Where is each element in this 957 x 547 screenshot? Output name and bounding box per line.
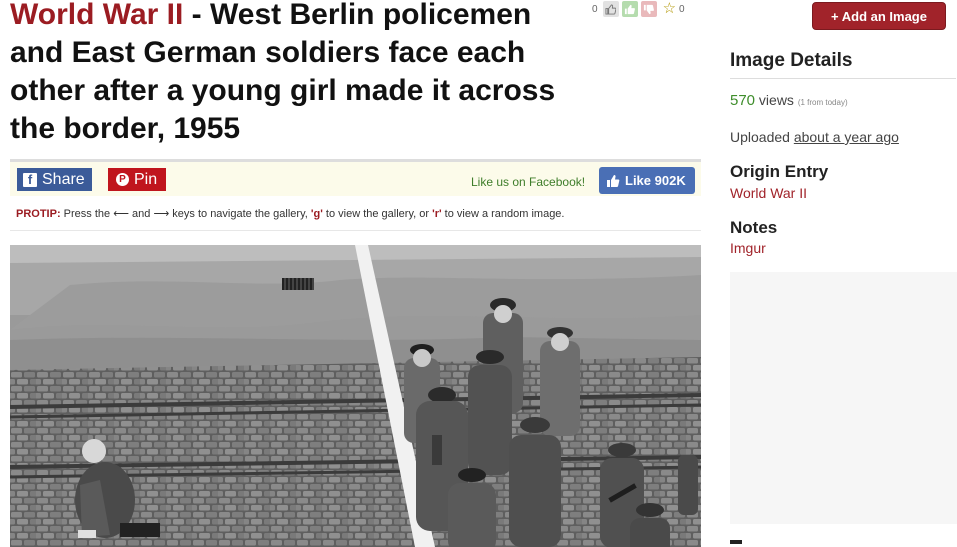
facebook-like-label: Like 902K <box>625 173 686 188</box>
views-today-note: (1 from today) <box>797 98 848 107</box>
vote-widget: 0 ☆ 0 <box>592 0 685 18</box>
pinterest-pin-button[interactable]: P Pin <box>108 168 166 191</box>
protip-text: to view a random image. <box>441 208 565 220</box>
view-count: 570 views (1 from today) <box>730 92 848 109</box>
thumbs-up-icon <box>607 174 620 187</box>
category-link[interactable]: World War II <box>10 0 183 31</box>
title-separator: - <box>183 0 211 31</box>
right-arrow-icon: ⟶ <box>153 208 170 220</box>
upload-info: Uploaded about a year ago <box>730 129 899 145</box>
thumbs-up-icon[interactable] <box>621 1 638 17</box>
notes-source-link[interactable]: Imgur <box>730 240 766 256</box>
origin-entry-link[interactable]: World War II <box>730 185 807 201</box>
notes-heading: Notes <box>730 218 778 237</box>
origin-entry-heading: Origin Entry <box>730 162 829 181</box>
protip-text: keys to navigate the gallery, <box>169 208 311 220</box>
star-icon[interactable]: ☆ <box>663 1 676 17</box>
protip-label: PROTIP: <box>16 208 61 220</box>
upvote-count: 0 <box>592 3 598 15</box>
views-label: views <box>755 92 794 108</box>
views-number: 570 <box>730 92 756 109</box>
add-image-button[interactable]: + Add an Image <box>812 2 946 30</box>
image-details-heading: Image Details <box>730 50 956 79</box>
protip-r-key: 'r' <box>432 208 442 220</box>
main-image[interactable] <box>10 245 701 547</box>
facebook-share-button[interactable]: f Share <box>17 168 92 191</box>
protip: PROTIP: Press the ⟵ and ⟶ keys to naviga… <box>16 207 564 220</box>
protip-text: and <box>128 208 154 220</box>
protip-text: to view the gallery, or <box>322 208 433 220</box>
pinterest-icon: P <box>116 173 129 186</box>
facebook-icon: f <box>23 172 37 187</box>
facebook-share-label: Share <box>42 170 85 188</box>
facebook-like-prompt: Like us on Facebook! <box>471 175 586 189</box>
pinterest-pin-label: Pin <box>134 170 158 188</box>
share-bar: f Share P Pin Like us on Facebook! Like … <box>10 159 701 196</box>
uploaded-time[interactable]: about a year ago <box>794 129 899 145</box>
protip-text: Press the <box>60 208 114 220</box>
facebook-like-button[interactable]: Like 902K <box>599 167 695 194</box>
thumbs-down-icon[interactable] <box>640 1 657 17</box>
divider <box>10 230 701 231</box>
cutoff-heading <box>730 540 742 544</box>
protip-g-key: 'g' <box>310 208 323 220</box>
left-arrow-icon: ⟵ <box>113 208 129 220</box>
thumbs-up-gray-icon[interactable] <box>602 1 619 17</box>
page-title: World War II - West Berlin policemen and… <box>10 0 580 148</box>
ad-placeholder <box>730 272 957 524</box>
uploaded-prefix: Uploaded <box>730 129 794 145</box>
favorite-count: 0 <box>679 3 685 15</box>
